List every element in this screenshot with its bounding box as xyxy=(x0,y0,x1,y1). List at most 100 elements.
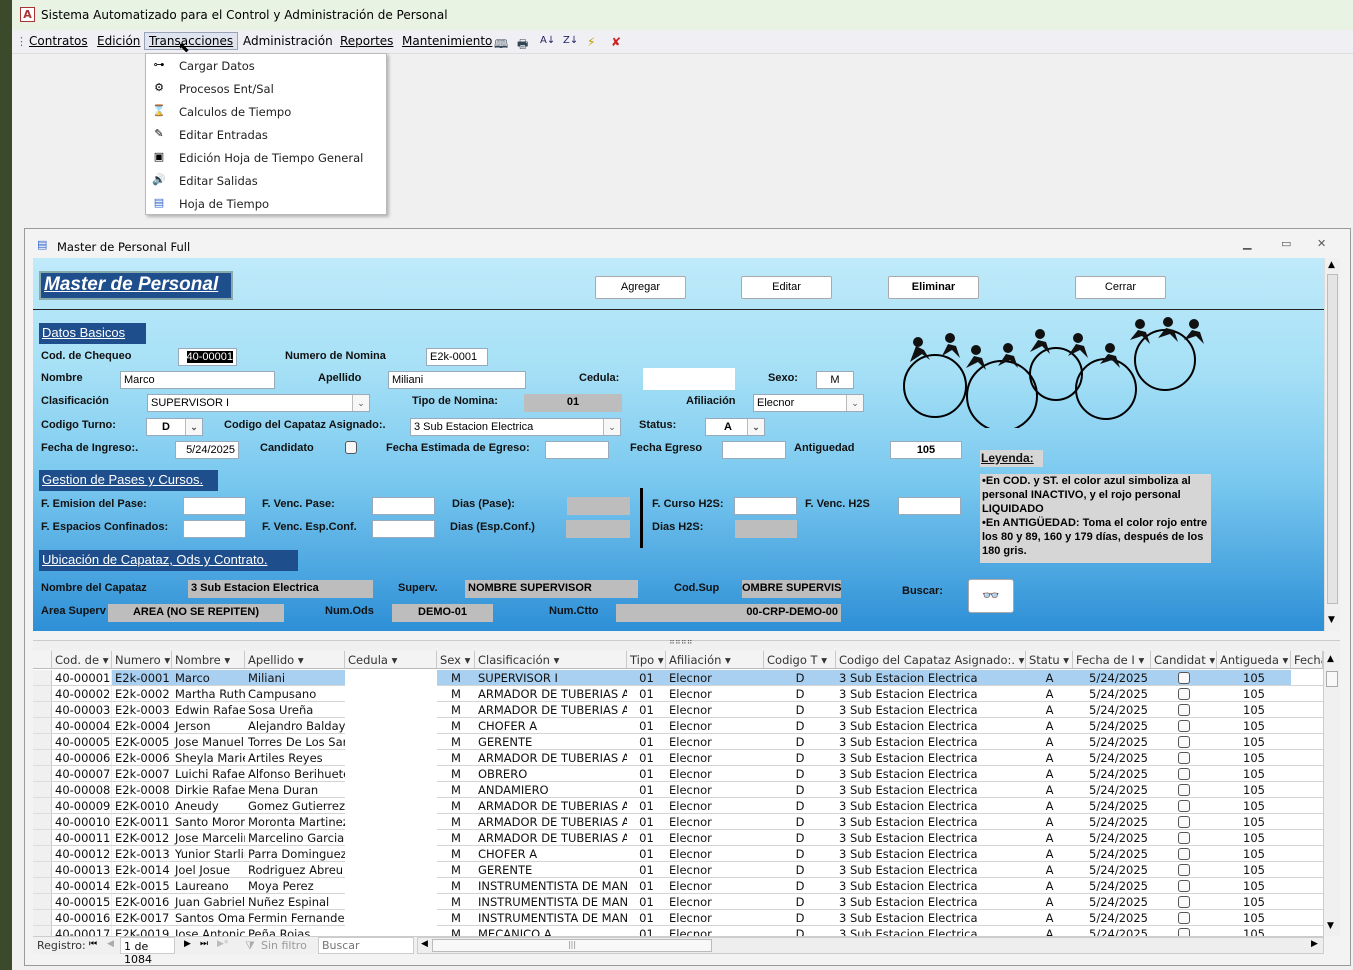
table-cell[interactable]: M xyxy=(437,830,475,846)
table-row[interactable]: 40-00014 E2k-0015 Laureano Moya Perez M INSTR… xyxy=(33,878,1323,894)
table-cell[interactable]: E2k-0002 xyxy=(112,686,172,702)
table-cell[interactable]: 105 xyxy=(1217,798,1291,814)
table-cell[interactable]: 3 Sub Estacion Electrica xyxy=(836,894,1026,910)
table-cell[interactable]: Torres De Los Sar xyxy=(245,734,345,750)
table-cell[interactable]: 40-00014 xyxy=(52,878,112,894)
column-header[interactable]: Afiliación ▾ xyxy=(666,651,764,669)
table-cell[interactable]: Marco xyxy=(172,670,245,686)
table-cell[interactable]: E2k-0003 xyxy=(112,702,172,718)
table-cell[interactable]: 01 xyxy=(627,718,666,734)
checkbox-icon[interactable] xyxy=(1178,864,1190,876)
table-cell[interactable]: M xyxy=(437,910,475,926)
table-cell[interactable]: 40-00002 xyxy=(52,686,112,702)
table-cell[interactable]: 40-00003 xyxy=(52,702,112,718)
table-cell[interactable]: D xyxy=(764,766,836,782)
table-cell[interactable]: D xyxy=(764,718,836,734)
row-selector[interactable] xyxy=(33,734,52,750)
menu-mantenimiento[interactable]: Mantenimiento xyxy=(402,34,492,48)
print-icon[interactable]: 🖶 xyxy=(517,35,528,56)
cod-chequeo-field[interactable]: 40-00001 xyxy=(178,348,237,366)
candidato-checkbox[interactable] xyxy=(1151,750,1217,766)
candidato-checkbox[interactable] xyxy=(1151,830,1217,846)
table-cell[interactable]: 01 xyxy=(627,686,666,702)
table-cell[interactable]: M xyxy=(437,702,475,718)
row-selector[interactable] xyxy=(33,718,52,734)
chevron-down-icon[interactable]: ⌄ xyxy=(185,419,202,435)
table-cell[interactable]: 3 Sub Estacion Electrica xyxy=(836,926,1026,936)
menu-contratos[interactable]: Contratos xyxy=(29,34,88,48)
table-row[interactable]: 40-00013 E2k-0014 Joel Josue Rodriguez Abre… xyxy=(33,862,1323,878)
table-cell[interactable]: 105 xyxy=(1217,910,1291,926)
table-cell[interactable]: Elecnor xyxy=(666,670,764,686)
table-cell[interactable]: 5/24/2025 xyxy=(1073,766,1151,782)
menu-transacciones[interactable]: Transacciones xyxy=(144,32,239,50)
table-cell[interactable]: 40-00004 xyxy=(52,718,112,734)
checkbox-icon[interactable] xyxy=(1178,720,1190,732)
table-cell[interactable]: ARMADOR DE TUBERIAS A xyxy=(475,702,627,718)
table-cell[interactable]: M xyxy=(437,862,475,878)
candidato-checkbox[interactable] xyxy=(1151,782,1217,798)
grid-search-input[interactable] xyxy=(318,937,414,954)
table-cell[interactable]: 01 xyxy=(627,926,666,936)
table-cell[interactable]: A xyxy=(1026,862,1073,878)
table-row[interactable]: 40-00003 E2k-0003 Edwin Rafael Sosa Ureña M A… xyxy=(33,702,1323,718)
splitter-handle[interactable]: ⠶⠶⠶⠶ xyxy=(33,637,1340,651)
grid-vertical-scrollbar[interactable]: ▲ ▼ xyxy=(1323,651,1340,936)
table-cell[interactable]: 3 Sub Estacion Electrica xyxy=(836,686,1026,702)
candidato-checkbox[interactable] xyxy=(1151,926,1217,936)
table-cell[interactable]: A xyxy=(1026,766,1073,782)
table-cell[interactable]: Jose Manuel xyxy=(172,734,245,750)
row-selector[interactable] xyxy=(33,830,52,846)
table-cell[interactable]: Sheyla Marie xyxy=(172,750,245,766)
table-cell[interactable]: A xyxy=(1026,686,1073,702)
table-cell[interactable]: 40-00011 xyxy=(52,830,112,846)
row-selector[interactable] xyxy=(33,702,52,718)
table-cell[interactable]: 01 xyxy=(627,878,666,894)
table-cell[interactable]: Rodriguez Abreu xyxy=(245,862,345,878)
table-cell[interactable]: Juan Gabriel xyxy=(172,894,245,910)
table-cell[interactable]: INSTRUMENTISTA DE MAN xyxy=(475,878,627,894)
table-cell[interactable]: 40-00009 xyxy=(52,798,112,814)
table-cell[interactable]: Elecnor xyxy=(666,798,764,814)
candidato-checkbox[interactable] xyxy=(1151,734,1217,750)
table-cell[interactable]: 01 xyxy=(627,830,666,846)
chevron-down-icon[interactable]: ⌄ xyxy=(603,419,620,435)
candidato-checkbox[interactable] xyxy=(1151,718,1217,734)
candidato-checkbox[interactable] xyxy=(1151,814,1217,830)
table-cell[interactable]: M xyxy=(437,718,475,734)
candidato-checkbox[interactable] xyxy=(1151,686,1217,702)
table-row[interactable]: 40-00006 E2k-0006 Sheyla Marie Artiles Reye… xyxy=(33,750,1323,766)
row-selector[interactable] xyxy=(33,782,52,798)
table-cell[interactable]: ARMADOR DE TUBERIAS A xyxy=(475,750,627,766)
table-cell[interactable]: M xyxy=(437,766,475,782)
table-cell[interactable]: 3 Sub Estacion Electrica xyxy=(836,782,1026,798)
table-cell[interactable]: 5/24/2025 xyxy=(1073,894,1151,910)
table-cell[interactable]: Artiles Reyes xyxy=(245,750,345,766)
table-cell[interactable]: 3 Sub Estacion Electrica xyxy=(836,846,1026,862)
table-cell[interactable]: E2k-0006 xyxy=(112,750,172,766)
column-header[interactable]: Codigo del Capataz Asignado:. ▾ xyxy=(836,651,1026,669)
table-cell[interactable]: D xyxy=(764,750,836,766)
table-cell[interactable]: E2K-0011 xyxy=(112,814,172,830)
row-selector[interactable] xyxy=(33,894,52,910)
table-cell[interactable]: Edwin Rafael xyxy=(172,702,245,718)
table-cell[interactable]: 01 xyxy=(627,766,666,782)
table-cell[interactable]: 01 xyxy=(627,798,666,814)
delete-button[interactable]: Eliminar xyxy=(888,276,979,299)
chevron-down-icon[interactable]: ⌄ xyxy=(352,395,369,411)
table-cell[interactable]: 3 Sub Estacion Electrica xyxy=(836,814,1026,830)
table-cell[interactable]: 5/24/2025 xyxy=(1073,702,1151,718)
table-cell[interactable]: E2K-0017 xyxy=(112,910,172,926)
table-row[interactable]: 40-00012 E2k-0013 Yunior Starlir Parra Domi… xyxy=(33,846,1323,862)
table-cell[interactable]: Laureano xyxy=(172,878,245,894)
table-cell[interactable]: M xyxy=(437,750,475,766)
table-cell[interactable]: 105 xyxy=(1217,830,1291,846)
table-cell[interactable]: 40-00013 xyxy=(52,862,112,878)
table-row[interactable]: 40-00005 E2K-0005 Jose Manuel Torres De Los… xyxy=(33,734,1323,750)
table-cell[interactable]: Elecnor xyxy=(666,878,764,894)
numero-nomina-field[interactable]: E2k-0001 xyxy=(426,348,488,366)
row-selector[interactable] xyxy=(33,686,52,702)
venc-pase-field[interactable] xyxy=(372,497,435,515)
scroll-up-icon[interactable]: ▲ xyxy=(1328,260,1335,270)
table-cell[interactable]: Nuñez Espinal xyxy=(245,894,345,910)
